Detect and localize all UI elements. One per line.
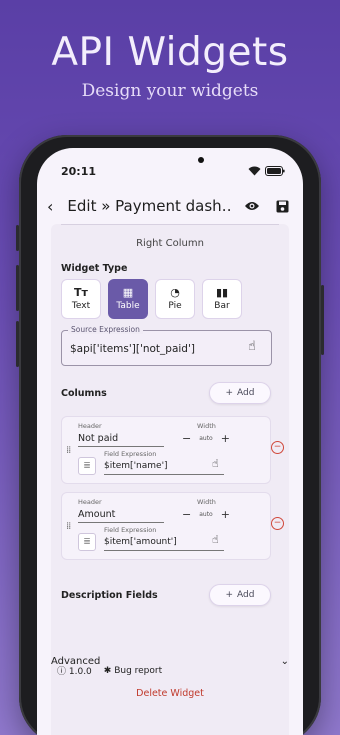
add-column-button[interactable]: + Add — [209, 382, 271, 404]
wifi-icon — [248, 166, 261, 176]
add-description-field-button[interactable]: + Add — [209, 584, 271, 606]
power-button — [321, 285, 324, 355]
divider — [61, 224, 279, 225]
expression-list-icon[interactable]: ≣ — [78, 533, 96, 551]
plus-icon: + — [225, 388, 234, 398]
footer-info: ⓘ 1.0.0 ✱ Bug report — [57, 664, 162, 678]
back-arrow-icon[interactable]: ‹ — [47, 197, 53, 216]
touch-picker-icon[interactable]: ☝ — [212, 533, 219, 546]
status-time: 20:11 — [61, 164, 97, 178]
minus-button[interactable]: − — [182, 432, 191, 445]
column-title: Right Column — [136, 238, 204, 249]
plus-button[interactable]: + — [221, 508, 230, 521]
width-stepper: − auto + — [182, 508, 230, 521]
expression-list-icon[interactable]: ≣ — [78, 457, 96, 475]
column-item: ⁞⁞ Header Width Amount − auto + Field Ex… — [61, 492, 284, 560]
battery-icon — [265, 166, 285, 176]
app-screen: 20:11 ‹ Edit » Payment dash… Right Colum… — [37, 148, 303, 735]
widget-type-table-button[interactable]: ▦ Table — [108, 279, 148, 319]
widget-type-bar-button[interactable]: ▮▮ Bar — [202, 279, 242, 319]
volume-up-button — [16, 265, 19, 311]
description-fields-label: Description Fields — [61, 590, 158, 601]
field-expression-input[interactable]: $item['amount'] — [104, 537, 224, 551]
widget-type-text-button[interactable]: Tт Text — [61, 279, 101, 319]
plus-button[interactable]: + — [221, 432, 230, 445]
bar-icon: ▮▮ — [215, 286, 229, 299]
bug-report-link[interactable]: ✱ Bug report — [104, 666, 162, 676]
mute-switch — [16, 225, 19, 251]
page-title: Edit » Payment dash… — [67, 197, 233, 215]
minus-button[interactable]: − — [182, 508, 191, 521]
column-item: ⁞⁞ Header Width Not paid − auto + Field … — [61, 416, 284, 484]
status-bar: 20:11 — [37, 148, 303, 184]
volume-down-button — [16, 321, 19, 367]
column-header-input[interactable]: Amount — [78, 509, 164, 523]
delete-widget-button[interactable]: Delete Widget — [37, 688, 303, 699]
plus-icon: + — [225, 590, 234, 600]
save-icon[interactable] — [271, 200, 293, 213]
remove-column-icon[interactable]: − — [271, 441, 284, 454]
front-camera — [198, 157, 204, 163]
touch-picker-icon[interactable]: ☝ — [212, 457, 219, 470]
table-icon: ▦ — [122, 286, 134, 299]
columns-label: Columns — [61, 388, 107, 399]
width-stepper: − auto + — [182, 432, 230, 445]
widget-type-label: Widget Type — [61, 263, 128, 274]
hero-title: API Widgets — [51, 30, 289, 75]
hero-subtitle: Design your widgets — [81, 81, 259, 101]
drag-handle-icon[interactable]: ⁞⁞ — [66, 521, 71, 532]
app-bar: ‹ Edit » Payment dash… — [37, 188, 303, 224]
preview-eye-icon[interactable] — [241, 200, 263, 212]
drag-handle-icon[interactable]: ⁞⁞ — [66, 445, 71, 456]
touch-picker-icon[interactable]: ☝ — [248, 339, 256, 354]
widget-type-pie-button[interactable]: ◔ Pie — [155, 279, 195, 319]
chevron-down-icon: ⌄ — [280, 656, 289, 667]
text-icon: Tт — [74, 286, 88, 299]
column-header-input[interactable]: Not paid — [78, 433, 164, 447]
source-expression-label: Source Expression — [68, 325, 143, 334]
field-expression-input[interactable]: $item['name'] — [104, 461, 224, 475]
remove-column-icon[interactable]: − — [271, 517, 284, 530]
version-info: ⓘ 1.0.0 — [57, 667, 92, 677]
pie-icon: ◔ — [170, 286, 180, 299]
source-expression-value[interactable]: $api['items']['not_paid'] — [70, 343, 195, 355]
source-expression-field[interactable]: Source Expression $api['items']['not_pai… — [61, 325, 272, 366]
